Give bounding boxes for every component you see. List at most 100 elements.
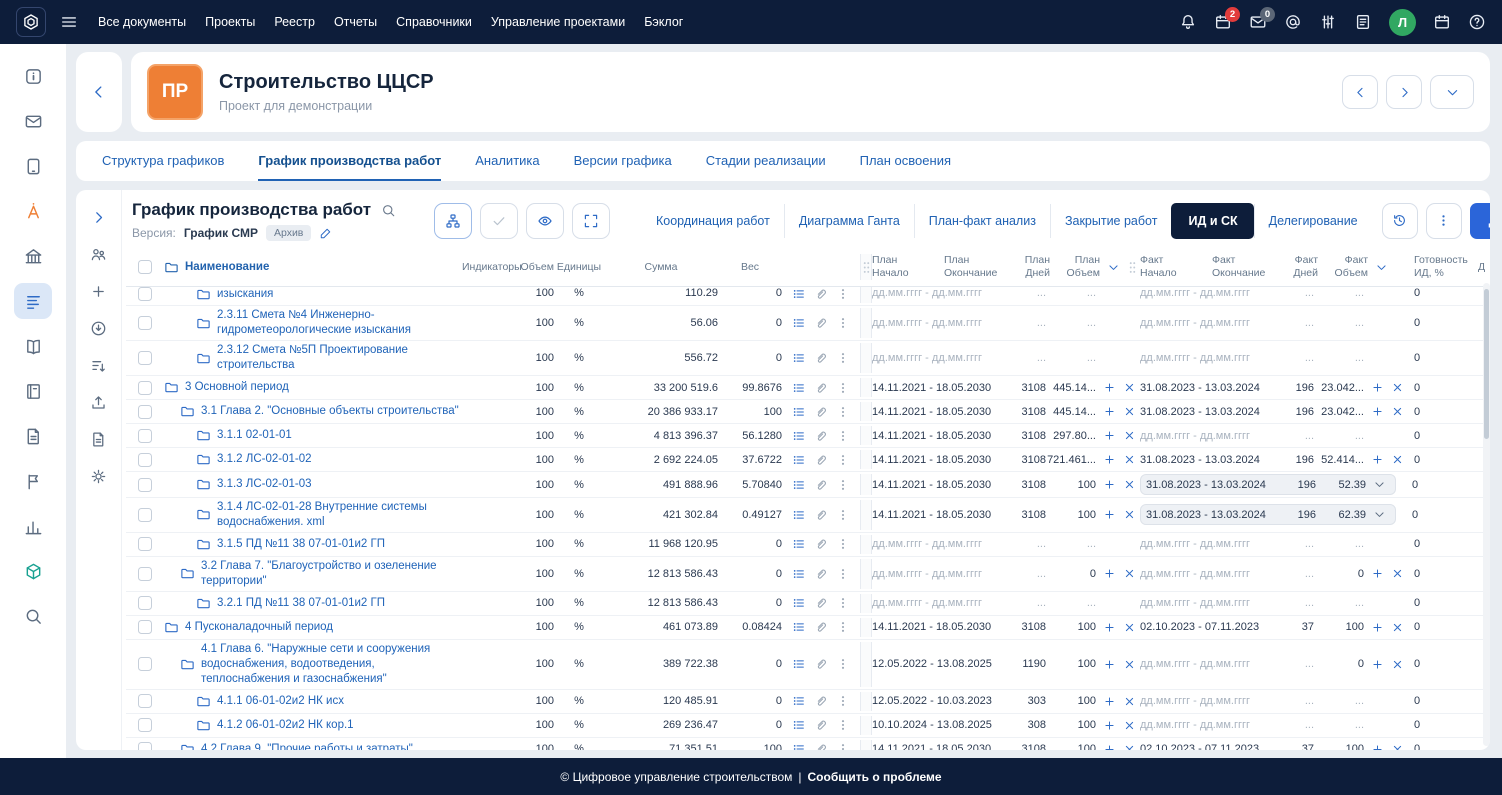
row-checkbox[interactable] [138, 508, 152, 522]
sidebar-item-analytics[interactable] [14, 193, 52, 229]
row-menu-icon[interactable] [836, 620, 850, 634]
more-button[interactable] [1426, 203, 1462, 239]
row-name-link[interactable]: 3.1.4 ЛС-02-01-28 Внутренние системы вод… [217, 500, 462, 530]
row-menu-icon[interactable] [836, 453, 850, 467]
page-tab[interactable]: Версии графика [574, 141, 672, 181]
column-header-fact-end[interactable]: ФактОкончание [1212, 254, 1286, 280]
sidebar-item-info[interactable] [14, 58, 52, 94]
topbar-menu-item[interactable]: Управление проектами [491, 15, 625, 29]
details-icon[interactable] [792, 453, 806, 467]
sort-filter-button[interactable] [83, 350, 115, 380]
mode-tab[interactable]: ИД и СК [1171, 203, 1253, 239]
column-header-weight[interactable]: Вес [718, 261, 782, 274]
attachment-icon[interactable] [814, 508, 828, 522]
topbar-menu-item[interactable]: Бэклог [644, 15, 683, 29]
row-checkbox[interactable] [138, 620, 152, 634]
document-button[interactable] [83, 424, 115, 454]
add-plan-icon[interactable] [1103, 381, 1116, 394]
collapse-fact-columns-icon[interactable] [1375, 261, 1388, 274]
upload-button[interactable] [83, 387, 115, 417]
attachment-icon[interactable] [814, 596, 828, 610]
add-plan-icon[interactable] [1103, 743, 1116, 750]
row-menu-icon[interactable] [836, 694, 850, 708]
add-plan-icon[interactable] [1103, 621, 1116, 634]
mode-tab[interactable]: Закрытие работ [1050, 204, 1172, 238]
sidebar-item-tablet[interactable] [14, 148, 52, 184]
row-menu-icon[interactable] [836, 596, 850, 610]
page-tab[interactable]: Аналитика [475, 141, 539, 181]
add-plan-icon[interactable] [1103, 453, 1116, 466]
add-fact-icon[interactable] [1371, 405, 1384, 418]
row-checkbox[interactable] [138, 657, 152, 671]
sidebar-item-building[interactable] [14, 238, 52, 274]
clear-plan-icon[interactable] [1123, 478, 1136, 491]
column-header-plan-end[interactable]: ПланОкончание [944, 254, 1018, 280]
column-header-readiness[interactable]: ГотовностьИД, % [1398, 254, 1468, 280]
row-name-link[interactable]: 3.2.1 ПД №11 38 07-01-01и2 ГП [217, 596, 385, 611]
row-name-link[interactable]: 4.1.2 06-01-02и2 НК кор.1 [217, 718, 354, 733]
row-checkbox[interactable] [138, 567, 152, 581]
next-project-button[interactable] [1386, 75, 1422, 109]
details-icon[interactable] [792, 694, 806, 708]
details-icon[interactable] [792, 405, 806, 419]
add-fact-icon[interactable] [1371, 567, 1384, 580]
add-plan-icon[interactable] [1103, 508, 1116, 521]
details-icon[interactable] [792, 429, 806, 443]
clear-plan-icon[interactable] [1123, 658, 1136, 671]
row-menu-icon[interactable] [836, 287, 850, 301]
topbar-menu-item[interactable]: Отчеты [334, 15, 377, 29]
add-plan-icon[interactable] [1103, 719, 1116, 732]
hamburger-menu-icon[interactable] [60, 13, 78, 31]
prev-project-button[interactable] [1342, 75, 1378, 109]
expand-panel-button[interactable] [83, 202, 115, 232]
column-header-volume[interactable]: Объем [514, 261, 554, 274]
row-menu-icon[interactable] [836, 508, 850, 522]
details-icon[interactable] [792, 351, 806, 365]
chevron-down-icon[interactable] [1373, 508, 1386, 521]
column-header-plan-volume[interactable]: ПланОбъем [1050, 254, 1100, 280]
row-name-link[interactable]: 2.3.12 Смета №5П Проектирование строител… [217, 343, 462, 373]
details-icon[interactable] [792, 620, 806, 634]
column-drag-handle-icon[interactable] [1129, 261, 1136, 274]
page-tab[interactable]: План освоения [860, 141, 951, 181]
search-icon[interactable] [381, 203, 396, 218]
attachment-icon[interactable] [814, 381, 828, 395]
row-menu-icon[interactable] [836, 718, 850, 732]
topbar-menu-item[interactable]: Все документы [98, 15, 186, 29]
row-checkbox[interactable] [138, 429, 152, 443]
row-checkbox[interactable] [138, 742, 152, 750]
user-avatar[interactable]: Л [1389, 9, 1416, 36]
row-checkbox[interactable] [138, 351, 152, 365]
attachment-icon[interactable] [814, 567, 828, 581]
sidebar-item-library[interactable] [14, 328, 52, 364]
notifications-bell-icon[interactable] [1179, 13, 1197, 31]
filters-icon[interactable] [1319, 13, 1337, 31]
row-menu-icon[interactable] [836, 429, 850, 443]
row-name-link[interactable]: 3.1.2 ЛС-02-01-02 [217, 452, 312, 467]
row-name-link[interactable]: 2.3.11 Смета №4 Инженерно-гидрометеороло… [217, 308, 462, 338]
attachment-icon[interactable] [814, 478, 828, 492]
clear-plan-icon[interactable] [1123, 405, 1136, 418]
row-menu-icon[interactable] [836, 537, 850, 551]
clear-plan-icon[interactable] [1123, 621, 1136, 634]
add-fact-icon[interactable] [1371, 453, 1384, 466]
row-name-link[interactable]: 4 Пусконаладочный период [185, 620, 333, 635]
back-button[interactable] [76, 52, 122, 132]
clear-plan-icon[interactable] [1123, 743, 1136, 750]
attachment-icon[interactable] [814, 537, 828, 551]
column-header-name[interactable]: Наименование [164, 260, 462, 275]
row-menu-icon[interactable] [836, 381, 850, 395]
collapse-plan-columns-icon[interactable] [1107, 261, 1120, 274]
row-name-link[interactable]: 3.1.5 ПД №11 38 07-01-01и2 ГП [217, 537, 385, 552]
sidebar-item-mail[interactable] [14, 103, 52, 139]
details-icon[interactable] [792, 508, 806, 522]
column-header-sum[interactable]: Сумма [604, 261, 718, 274]
column-header-fact-days[interactable]: ФактДней [1286, 254, 1318, 280]
scrollbar-thumb[interactable] [1484, 289, 1489, 439]
clear-plan-icon[interactable] [1123, 429, 1136, 442]
row-name-link[interactable]: 4.1 Глава 6. "Наружные сети и сооружения… [201, 642, 462, 687]
visibility-button[interactable] [526, 203, 564, 239]
details-icon[interactable] [792, 316, 806, 330]
add-plan-icon[interactable] [1103, 695, 1116, 708]
sidebar-item-schedule[interactable] [14, 283, 52, 319]
